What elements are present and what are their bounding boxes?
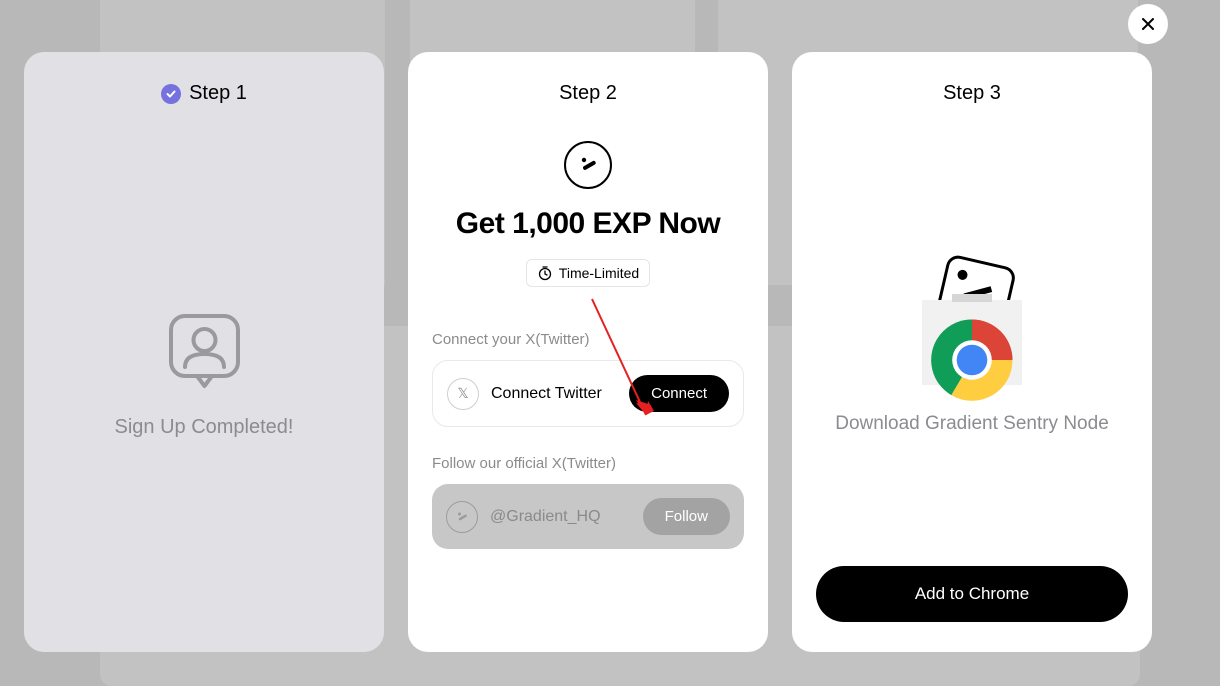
check-icon bbox=[161, 84, 181, 104]
follow-section-label: Follow our official X(Twitter) bbox=[432, 455, 744, 472]
signup-completed-text: Sign Up Completed! bbox=[115, 416, 294, 439]
chrome-logo-icon bbox=[927, 315, 1017, 405]
close-icon bbox=[1140, 16, 1156, 32]
timer-icon bbox=[537, 265, 553, 281]
connect-twitter-label: Connect Twitter bbox=[491, 385, 602, 403]
x-twitter-icon: 𝕏 bbox=[447, 378, 479, 410]
connect-twitter-box: 𝕏 Connect Twitter Connect bbox=[432, 360, 744, 427]
step2-card: Step 2 Get 1,000 EXP Now Time-Limited Co… bbox=[408, 52, 768, 652]
step2-header: Step 2 bbox=[432, 82, 744, 105]
gradient-logo-icon bbox=[564, 141, 612, 189]
step1-header: Step 1 bbox=[48, 82, 360, 105]
chrome-extension-graphic bbox=[922, 260, 1022, 385]
time-limited-badge: Time-Limited bbox=[526, 259, 650, 287]
step3-header: Step 3 bbox=[816, 82, 1128, 105]
follow-twitter-box: @Gradient_HQ Follow bbox=[432, 484, 744, 549]
add-to-chrome-button[interactable]: Add to Chrome bbox=[816, 566, 1128, 622]
step3-card: Step 3 bbox=[792, 52, 1152, 652]
connect-section-label: Connect your X(Twitter) bbox=[432, 331, 744, 348]
exp-title: Get 1,000 EXP Now bbox=[456, 207, 720, 241]
time-limited-label: Time-Limited bbox=[559, 265, 639, 281]
gradient-small-icon bbox=[446, 501, 478, 533]
connect-button[interactable]: Connect bbox=[629, 375, 729, 412]
step1-card: Step 1 Sign Up Completed! bbox=[24, 52, 384, 652]
step2-label: Step 2 bbox=[559, 82, 617, 105]
close-button[interactable] bbox=[1128, 4, 1168, 44]
download-text: Download Gradient Sentry Node bbox=[835, 413, 1109, 435]
profile-icon bbox=[167, 312, 242, 392]
step1-label: Step 1 bbox=[189, 82, 247, 105]
follow-button: Follow bbox=[643, 498, 730, 535]
step3-label: Step 3 bbox=[943, 82, 1001, 105]
follow-handle: @Gradient_HQ bbox=[490, 508, 601, 526]
